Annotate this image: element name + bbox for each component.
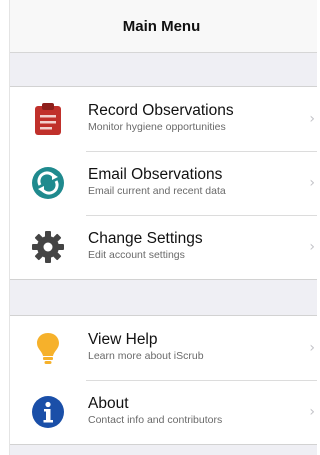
menu-item-title: View Help (88, 331, 158, 348)
menu-item-title: Record Observations (88, 102, 234, 119)
info-icon (28, 392, 68, 432)
menu-item-record-observations[interactable]: Record Observations Monitor hygiene oppo… (10, 87, 317, 151)
clipboard-icon (28, 99, 68, 139)
page-title: Main Menu (122, 17, 201, 35)
menu-item-subtitle: Edit account settings (88, 249, 185, 261)
menu-item-email-observations[interactable]: Email Observations Email current and rec… (10, 151, 317, 215)
menu-item-subtitle: Learn more about iScrub (88, 350, 204, 362)
chevron-right-icon: › (309, 404, 315, 420)
navigation-bar: Main Menu (10, 0, 317, 53)
menu-item-title: Change Settings (88, 230, 203, 247)
chevron-right-icon: › (309, 239, 315, 255)
menu-group-info: View Help Learn more about iScrub › Abou… (10, 315, 317, 445)
menu-item-title: About (88, 395, 129, 412)
menu-item-subtitle: Monitor hygiene opportunities (88, 121, 226, 133)
menu-group-main: Record Observations Monitor hygiene oppo… (10, 86, 317, 280)
menu-item-title: Email Observations (88, 166, 223, 183)
chevron-right-icon: › (309, 175, 315, 191)
menu-item-about[interactable]: About Contact info and contributors › (10, 380, 317, 444)
gear-icon (28, 227, 68, 267)
lightbulb-icon (28, 328, 68, 368)
menu-item-subtitle: Email current and recent data (88, 185, 226, 197)
sync-icon (28, 163, 68, 203)
chevron-right-icon: › (309, 340, 315, 356)
menu-item-view-help[interactable]: View Help Learn more about iScrub › (10, 316, 317, 380)
app-screen: Main Menu Record Observations Monitor hy… (9, 0, 317, 455)
chevron-right-icon: › (309, 111, 315, 127)
menu-item-change-settings[interactable]: Change Settings Edit account settings › (10, 215, 317, 279)
menu-item-subtitle: Contact info and contributors (88, 414, 223, 426)
